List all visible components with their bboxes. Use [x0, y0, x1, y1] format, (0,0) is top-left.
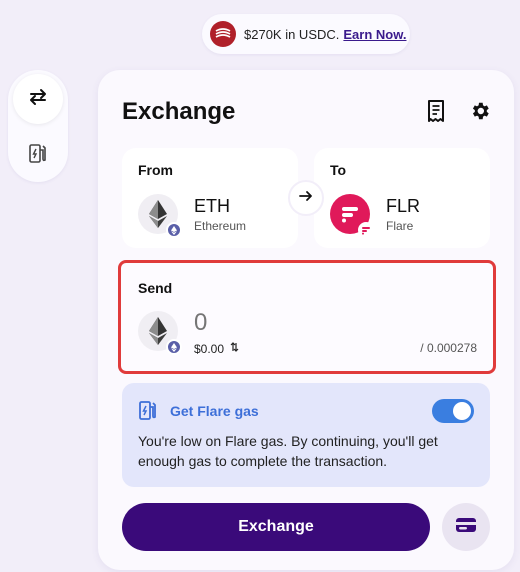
- promo-banner: $270K in USDC. Earn Now.: [202, 14, 410, 54]
- fiat-value: $0.00: [194, 341, 225, 356]
- flare-chain-badge-icon: [358, 222, 374, 238]
- send-label: Send: [138, 280, 173, 296]
- sidebar-item-gas[interactable]: [13, 130, 63, 180]
- to-token-name: Flare: [386, 219, 414, 233]
- flare-token-icon: [330, 194, 374, 238]
- swap-arrows-icon: [27, 87, 49, 112]
- fiat-value-toggle[interactable]: $0.00: [194, 341, 239, 356]
- to-label: To: [330, 162, 347, 178]
- gas-description: You're low on Flare gas. By continuing, …: [138, 433, 438, 469]
- page-title: Exchange: [122, 98, 236, 125]
- gas-pump-icon: [138, 399, 158, 421]
- exchange-panel: Exchange From ETH Ethereum To FLR Flare: [98, 70, 514, 570]
- earn-now-link[interactable]: Earn Now.: [343, 27, 406, 42]
- to-token-selector[interactable]: To FLR Flare: [314, 148, 490, 248]
- promo-text: $270K in USDC.: [244, 26, 340, 42]
- eth-token-icon: [138, 311, 182, 355]
- swap-direction-button[interactable]: [288, 180, 324, 216]
- eth-token-icon: [138, 194, 182, 238]
- from-label: From: [138, 162, 173, 178]
- toggle-knob: [453, 402, 471, 420]
- swap-units-icon: [230, 341, 239, 356]
- flare-gas-toggle[interactable]: [432, 399, 474, 423]
- from-token-selector[interactable]: From ETH Ethereum: [122, 148, 298, 248]
- flare-gas-card: Get Flare gas You're low on Flare gas. B…: [122, 383, 490, 487]
- sidebar-item-exchange[interactable]: [13, 74, 63, 124]
- max-balance[interactable]: / 0.000278: [420, 341, 477, 355]
- gas-title: Get Flare gas: [170, 403, 259, 419]
- sidebar: [8, 70, 68, 182]
- exchange-button[interactable]: Exchange: [122, 503, 430, 551]
- send-amount-input[interactable]: [194, 309, 314, 337]
- gas-pump-icon: [28, 142, 48, 169]
- send-amount-card: Send $0.00 / 0.000278: [118, 260, 496, 374]
- settings-gear-icon[interactable]: [467, 98, 493, 124]
- wallet-button[interactable]: [442, 503, 490, 551]
- ethereum-chain-badge-icon: [166, 339, 182, 355]
- arrow-right-icon: [299, 189, 313, 207]
- wallet-icon: [455, 516, 477, 539]
- from-token-symbol: ETH: [194, 196, 230, 216]
- history-receipt-icon[interactable]: [423, 98, 449, 124]
- ethereum-chain-badge-icon: [166, 222, 182, 238]
- usdc-promo-logo-icon: [210, 21, 236, 47]
- from-token-name: Ethereum: [194, 219, 247, 233]
- to-token-symbol: FLR: [386, 196, 421, 216]
